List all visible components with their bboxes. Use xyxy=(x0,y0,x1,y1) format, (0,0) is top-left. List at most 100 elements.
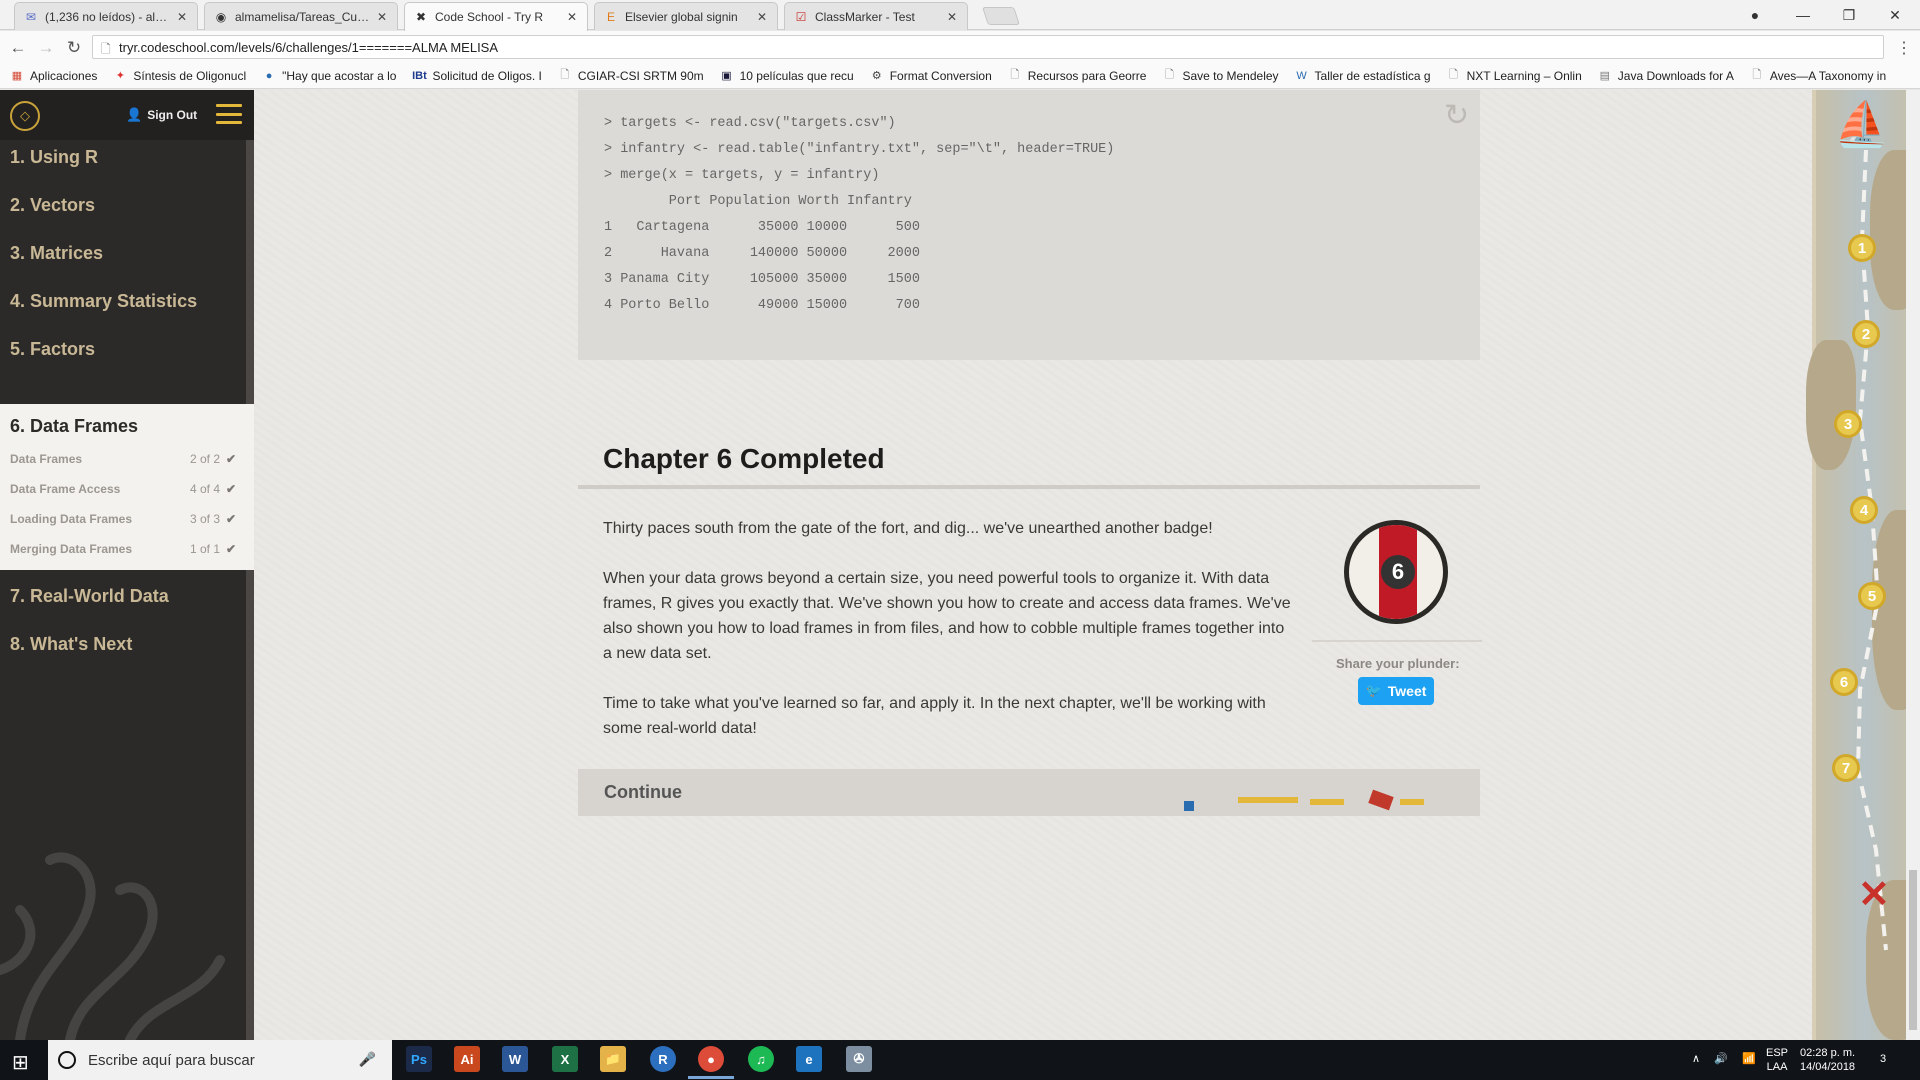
sidebar-chapter-1[interactable]: 1. Using R xyxy=(10,147,98,168)
bookmark-item[interactable]: 🗋 CGIAR-CSI SRTM 90m xyxy=(558,68,704,83)
tab-title: almamelisa/Tareas_Curso xyxy=(235,9,371,24)
hamburger-menu-icon[interactable] xyxy=(216,104,242,124)
forward-button[interactable]: → xyxy=(36,38,56,58)
scrollbar-thumb[interactable] xyxy=(1909,870,1917,1030)
sidebar-chapter-6[interactable]: 6. Data Frames xyxy=(10,416,138,437)
chapter-completed-heading: Chapter 6 Completed xyxy=(603,443,885,474)
lesson-item[interactable]: Merging Data Frames 1 of 1 ✔ xyxy=(10,542,236,558)
lesson-label: Data Frame Access xyxy=(10,482,121,496)
windows-start-icon[interactable]: ⊞ xyxy=(12,1050,29,1075)
bookmark-item[interactable]: ▣ 10 películas que recu xyxy=(720,69,853,83)
bookmark-apps[interactable]: ▦ Aplicaciones xyxy=(10,69,98,83)
globe-icon: ● xyxy=(265,69,273,82)
lesson-count: 1 of 1 xyxy=(189,542,220,556)
profile-icon[interactable]: ● xyxy=(1732,0,1778,30)
volume-icon[interactable]: 🔊 xyxy=(1714,1052,1728,1066)
notifications-icon[interactable]: 3 xyxy=(1880,1052,1886,1066)
bookmark-item[interactable]: 🗋 Save to Mendeley xyxy=(1162,69,1279,83)
browser-tab-bar: ✉ (1,236 no leídos) - alma ✕ ◉ almamelis… xyxy=(0,0,1920,31)
sign-out-link[interactable]: 👤 Sign Out xyxy=(126,107,197,123)
map-marker-7[interactable]: 7 xyxy=(1832,754,1860,782)
close-icon[interactable]: ✕ xyxy=(947,10,959,24)
bookmark-item[interactable]: 🗋 Recursos para Georre xyxy=(1008,69,1146,83)
microphone-icon[interactable]: 🎤 xyxy=(359,1051,376,1068)
url-text: tryr.codeschool.com/levels/6/challenges/… xyxy=(119,39,499,55)
lesson-item[interactable]: Data Frame Access 4 of 4 ✔ xyxy=(10,482,236,498)
bookmark-label: CGIAR-CSI SRTM 90m xyxy=(577,68,704,83)
bookmark-label: Síntesis de Oligonucl xyxy=(133,68,247,83)
network-icon[interactable]: 📶 xyxy=(1742,1052,1756,1066)
bookmark-item[interactable]: 🗋 NXT Learning – Onlin xyxy=(1447,69,1582,83)
back-button[interactable]: ← xyxy=(8,38,28,58)
close-window-button[interactable]: ✕ xyxy=(1872,0,1918,30)
page-scrollbar[interactable] xyxy=(1906,90,1920,1040)
sidebar-chapter-4[interactable]: 4. Summary Statistics xyxy=(10,291,197,312)
close-icon[interactable]: ✕ xyxy=(757,10,769,24)
bookmark-item[interactable]: IBt Solicitud de Oligos. I xyxy=(412,69,542,83)
notification-count: 3 xyxy=(1880,1053,1887,1065)
map-marker-3[interactable]: 3 xyxy=(1834,410,1862,438)
tab-elsevier[interactable]: E Elsevier global signin ✕ xyxy=(594,2,778,30)
tab-gmail[interactable]: ✉ (1,236 no leídos) - alma ✕ xyxy=(14,2,198,30)
restore-button[interactable]: ❐ xyxy=(1826,0,1872,30)
taskbar-search-field[interactable]: Escribe aquí para buscar 🎤 xyxy=(48,1040,392,1080)
bookmark-item[interactable]: ● "Hay que acostar a lo xyxy=(262,69,397,83)
map-marker-6[interactable]: 6 xyxy=(1830,668,1858,696)
taskbar-excel[interactable]: X xyxy=(552,1046,578,1072)
tab-classmarker[interactable]: ☑ ClassMarker - Test ✕ xyxy=(784,2,968,30)
sidebar-chapter-8[interactable]: 8. What's Next xyxy=(10,634,132,655)
bookmark-item[interactable]: W Taller de estadística g xyxy=(1295,69,1430,83)
page-content: ◇ 👤 Sign Out 1. Using R 2. Vectors 3. Ma… xyxy=(0,90,1920,1040)
taskbar-r[interactable]: R xyxy=(650,1046,676,1072)
taskbar-edge[interactable]: e xyxy=(796,1046,822,1072)
taskbar-app[interactable]: ✇ xyxy=(846,1046,872,1072)
sidebar-chapter-2[interactable]: 2. Vectors xyxy=(10,195,95,216)
taskbar-app[interactable]: Ai xyxy=(454,1046,480,1072)
taskbar-file-explorer[interactable]: 📁 xyxy=(600,1046,626,1072)
lesson-item[interactable]: Loading Data Frames 3 of 3 ✔ xyxy=(10,512,236,528)
page-info-icon[interactable]: 🗋 xyxy=(101,40,111,61)
clock[interactable]: 02:28 p. m. 14/04/2018 xyxy=(1800,1046,1855,1074)
codeschool-icon: ✖ xyxy=(415,10,427,24)
sidebar-chapter-6-active[interactable]: 6. Data Frames Data Frames 2 of 2 ✔ Data… xyxy=(0,404,254,570)
map-marker-5[interactable]: 5 xyxy=(1858,582,1886,610)
taskbar-word[interactable]: W xyxy=(502,1046,528,1072)
reload-button[interactable]: ↻ xyxy=(64,38,84,58)
ruby-icon xyxy=(1368,789,1394,811)
tab-github[interactable]: ◉ almamelisa/Tareas_Curso ✕ xyxy=(204,2,398,30)
flame-icon: ✦ xyxy=(115,70,125,82)
tab-codeschool[interactable]: ✖ Code School - Try R ✕ xyxy=(404,2,588,31)
bookmark-item[interactable]: ✦ Síntesis de Oligonucl xyxy=(113,69,246,83)
page-icon: 🗋 xyxy=(1010,69,1020,81)
bookmark-item[interactable]: 🗋 Aves—A Taxonomy in xyxy=(1750,69,1886,83)
codeschool-logo-icon[interactable]: ◇ xyxy=(10,101,40,131)
sidebar-chapter-5[interactable]: 5. Factors xyxy=(10,339,95,360)
continue-button[interactable]: Continue xyxy=(578,768,1480,816)
close-icon[interactable]: ✕ xyxy=(567,10,579,24)
bookmark-item[interactable]: ⚙ Format Conversion xyxy=(870,69,992,83)
map-marker-2[interactable]: 2 xyxy=(1852,320,1880,348)
browser-menu-icon[interactable]: ⋮ xyxy=(1896,38,1912,58)
url-field[interactable]: 🗋 tryr.codeschool.com/levels/6/challenge… xyxy=(92,35,1884,59)
map-marker-4[interactable]: 4 xyxy=(1850,496,1878,524)
divider xyxy=(1312,640,1482,642)
minimize-button[interactable]: — xyxy=(1780,0,1826,30)
continue-label: Continue xyxy=(604,782,682,802)
close-icon[interactable]: ✕ xyxy=(177,10,189,24)
tweet-button[interactable]: 🐦 Tweet xyxy=(1358,677,1434,705)
new-tab-button[interactable] xyxy=(982,7,1020,25)
sidebar-chapter-3[interactable]: 3. Matrices xyxy=(10,243,103,264)
reset-icon[interactable]: ↻ xyxy=(1444,98,1469,133)
language-indicator[interactable]: ESP LAA xyxy=(1766,1046,1788,1074)
lesson-item[interactable]: Data Frames 2 of 2 ✔ xyxy=(10,452,236,468)
taskbar-chrome[interactable]: ● xyxy=(688,1046,734,1079)
check-icon: ✔ xyxy=(225,542,236,556)
sidebar-chapter-7[interactable]: 7. Real-World Data xyxy=(10,586,169,607)
taskbar-spotify[interactable]: ♫ xyxy=(748,1046,774,1072)
sidebar-header: ◇ 👤 Sign Out xyxy=(0,90,254,140)
tray-chevron-icon[interactable]: ∧ xyxy=(1692,1052,1700,1066)
bookmark-item[interactable]: ▤ Java Downloads for A xyxy=(1598,69,1734,83)
map-marker-1[interactable]: 1 xyxy=(1848,234,1876,262)
close-icon[interactable]: ✕ xyxy=(377,10,389,24)
taskbar-photoshop[interactable]: Ps xyxy=(406,1046,432,1072)
